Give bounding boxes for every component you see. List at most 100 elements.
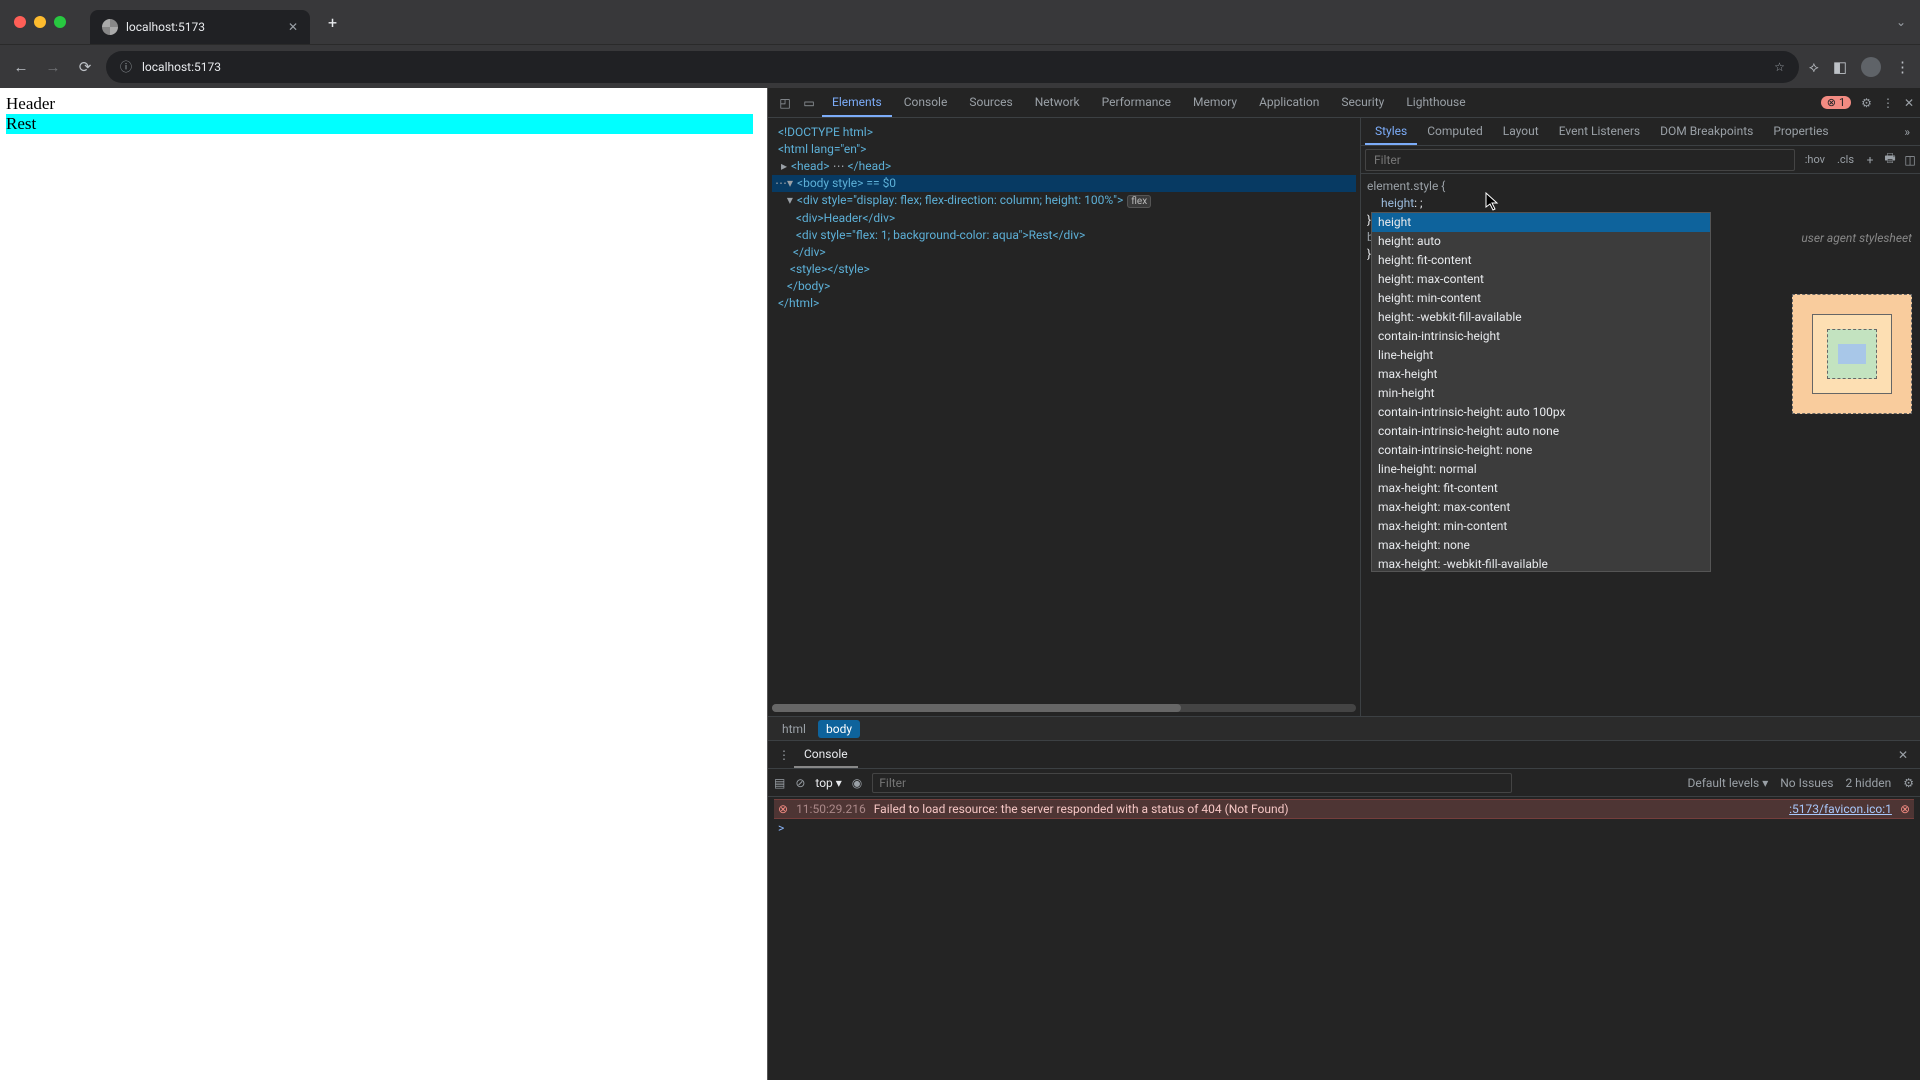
styles-tab-dom-breakpoints[interactable]: DOM Breakpoints [1650, 118, 1763, 145]
styles-print-icon[interactable]: 🖶 [1880, 149, 1900, 170]
tab-elements[interactable]: Elements [822, 88, 892, 117]
minimize-window-button[interactable] [34, 16, 46, 28]
tab-memory[interactable]: Memory [1183, 88, 1247, 117]
breadcrumb-body[interactable]: body [818, 720, 860, 738]
dom-node[interactable]: <!DOCTYPE html> [772, 124, 1356, 141]
dom-node[interactable]: </body> [772, 278, 1356, 295]
extensions-icon[interactable]: ⟡ [1809, 58, 1819, 76]
dom-node[interactable]: ▸<head> ⋯ </head> [772, 158, 1356, 175]
hov-toggle[interactable]: :hov [1799, 153, 1831, 166]
autocomplete-item[interactable]: contain-intrinsic-height: auto 100px [1372, 403, 1710, 422]
console-context-select[interactable]: top ▾ [815, 776, 841, 790]
new-style-rule-icon[interactable]: + [1860, 153, 1880, 167]
console-filter-input[interactable] [872, 773, 1512, 793]
autocomplete-item[interactable]: height: -webkit-fill-available [1372, 308, 1710, 327]
autocomplete-item[interactable]: contain-intrinsic-height: auto none [1372, 422, 1710, 441]
browser-tab[interactable]: localhost:5173 ✕ [90, 10, 310, 44]
autocomplete-item[interactable]: height: auto [1372, 232, 1710, 251]
reload-button[interactable]: ⟳ [74, 58, 96, 76]
autocomplete-item[interactable]: max-height: fit-content [1372, 479, 1710, 498]
no-issues-label[interactable]: No Issues [1780, 776, 1833, 790]
dom-node[interactable]: </div> [772, 244, 1356, 261]
autocomplete-item[interactable]: min-height [1372, 384, 1710, 403]
tab-console[interactable]: Console [894, 88, 958, 117]
device-toolbar-icon[interactable]: ▭ [798, 96, 820, 110]
close-tab-button[interactable]: ✕ [288, 20, 298, 34]
styles-tab-properties[interactable]: Properties [1763, 118, 1838, 145]
styles-tabs-overflow-icon[interactable]: » [1898, 125, 1916, 139]
close-window-button[interactable] [14, 16, 26, 28]
css-property-editing[interactable]: height [1381, 196, 1414, 210]
autocomplete-item[interactable]: line-height: normal [1372, 460, 1710, 479]
styles-tab-styles[interactable]: Styles [1365, 118, 1417, 145]
live-expression-icon[interactable]: ◉ [852, 776, 862, 790]
dom-node[interactable]: ▾<div style="display: flex; flex-directi… [772, 192, 1356, 210]
dom-horizontal-scrollbar[interactable] [772, 704, 1356, 712]
new-tab-button[interactable]: + [328, 13, 337, 32]
dom-node[interactable]: </html> [772, 295, 1356, 312]
bookmark-star-icon[interactable]: ☆ [1774, 60, 1785, 74]
tab-lighthouse[interactable]: Lighthouse [1396, 88, 1475, 117]
hidden-count-label[interactable]: 2 hidden [1845, 776, 1891, 790]
chevron-down-icon[interactable]: ⌄ [1896, 15, 1906, 29]
autocomplete-item[interactable]: height [1372, 213, 1710, 232]
console-clear-icon[interactable]: ⊘ [795, 776, 805, 790]
styles-tab-layout[interactable]: Layout [1493, 118, 1549, 145]
autocomplete-item[interactable]: max-height [1372, 365, 1710, 384]
tab-security[interactable]: Security [1331, 88, 1394, 117]
console-sidebar-toggle-icon[interactable]: ▤ [774, 776, 785, 790]
maximize-window-button[interactable] [54, 16, 66, 28]
autocomplete-item[interactable]: height: fit-content [1372, 251, 1710, 270]
devtools-menu-icon[interactable]: ⋮ [1882, 96, 1894, 110]
dom-node[interactable]: <style></style> [772, 261, 1356, 278]
tab-network[interactable]: Network [1025, 88, 1090, 117]
styles-body[interactable]: element.style { height: ; } bo } user ag… [1361, 174, 1920, 716]
devtools-close-icon[interactable]: ✕ [1904, 96, 1914, 110]
drawer-menu-icon[interactable]: ⋮ [774, 748, 794, 762]
autocomplete-item[interactable]: height: min-content [1372, 289, 1710, 308]
side-panel-icon[interactable]: ◧ [1833, 58, 1847, 76]
box-model-widget[interactable] [1792, 294, 1912, 414]
inspect-icon[interactable]: ◰ [774, 96, 796, 110]
flex-badge[interactable]: flex [1127, 195, 1151, 208]
autocomplete-item[interactable]: line-height [1372, 346, 1710, 365]
dom-node[interactable]: <div>Header</div> [772, 210, 1356, 227]
styles-computed-toggle-icon[interactable]: ◫ [1900, 153, 1920, 167]
console-prompt[interactable]: > [774, 819, 1914, 837]
dom-node[interactable]: <html lang="en"> [772, 141, 1356, 158]
log-source-link[interactable]: :5173/favicon.ico:1 [1789, 802, 1892, 816]
breadcrumb-html[interactable]: html [774, 720, 814, 738]
autocomplete-item[interactable]: max-height: max-content [1372, 498, 1710, 517]
console-output[interactable]: ⊗ 11:50:29.216 Failed to load resource: … [768, 797, 1920, 1080]
forward-button[interactable]: → [42, 58, 64, 76]
selector-element-style[interactable]: element.style { [1367, 179, 1445, 193]
styles-tab-computed[interactable]: Computed [1417, 118, 1493, 145]
autocomplete-item[interactable]: height: max-content [1372, 270, 1710, 289]
dom-tree[interactable]: <!DOCTYPE html> <html lang="en"> ▸<head>… [768, 118, 1360, 716]
profile-avatar[interactable] [1861, 57, 1881, 77]
tab-application[interactable]: Application [1249, 88, 1329, 117]
back-button[interactable]: ← [10, 58, 32, 76]
tab-performance[interactable]: Performance [1092, 88, 1181, 117]
styles-filter-input[interactable] [1365, 149, 1795, 171]
drawer-close-icon[interactable]: ✕ [1892, 748, 1914, 762]
css-autocomplete-popup[interactable]: height height: auto height: fit-content … [1371, 212, 1711, 572]
settings-gear-icon[interactable]: ⚙ [1861, 96, 1872, 110]
console-error-row[interactable]: ⊗ 11:50:29.216 Failed to load resource: … [774, 799, 1914, 819]
autocomplete-item[interactable]: max-height: min-content [1372, 517, 1710, 536]
autocomplete-item[interactable]: contain-intrinsic-height [1372, 327, 1710, 346]
dom-node-selected[interactable]: ⋯▾<body style> == $0 [772, 175, 1356, 192]
autocomplete-item[interactable]: contain-intrinsic-height: none [1372, 441, 1710, 460]
autocomplete-item[interactable]: max-height: -webkit-fill-available [1372, 555, 1710, 572]
styles-tab-event-listeners[interactable]: Event Listeners [1549, 118, 1650, 145]
error-count-badge[interactable]: ⊗ 1 [1821, 96, 1851, 109]
tab-sources[interactable]: Sources [959, 88, 1022, 117]
address-bar[interactable]: ⓘ localhost:5173 ☆ [106, 51, 1799, 83]
site-info-icon[interactable]: ⓘ [120, 58, 132, 75]
autocomplete-item[interactable]: max-height: none [1372, 536, 1710, 555]
dom-node[interactable]: <div style="flex: 1; background-color: a… [772, 227, 1356, 244]
log-levels-select[interactable]: Default levels ▾ [1687, 776, 1768, 790]
chrome-menu-icon[interactable]: ⋮ [1895, 58, 1910, 76]
console-settings-icon[interactable]: ⚙ [1903, 776, 1914, 790]
cls-toggle[interactable]: .cls [1831, 153, 1860, 166]
